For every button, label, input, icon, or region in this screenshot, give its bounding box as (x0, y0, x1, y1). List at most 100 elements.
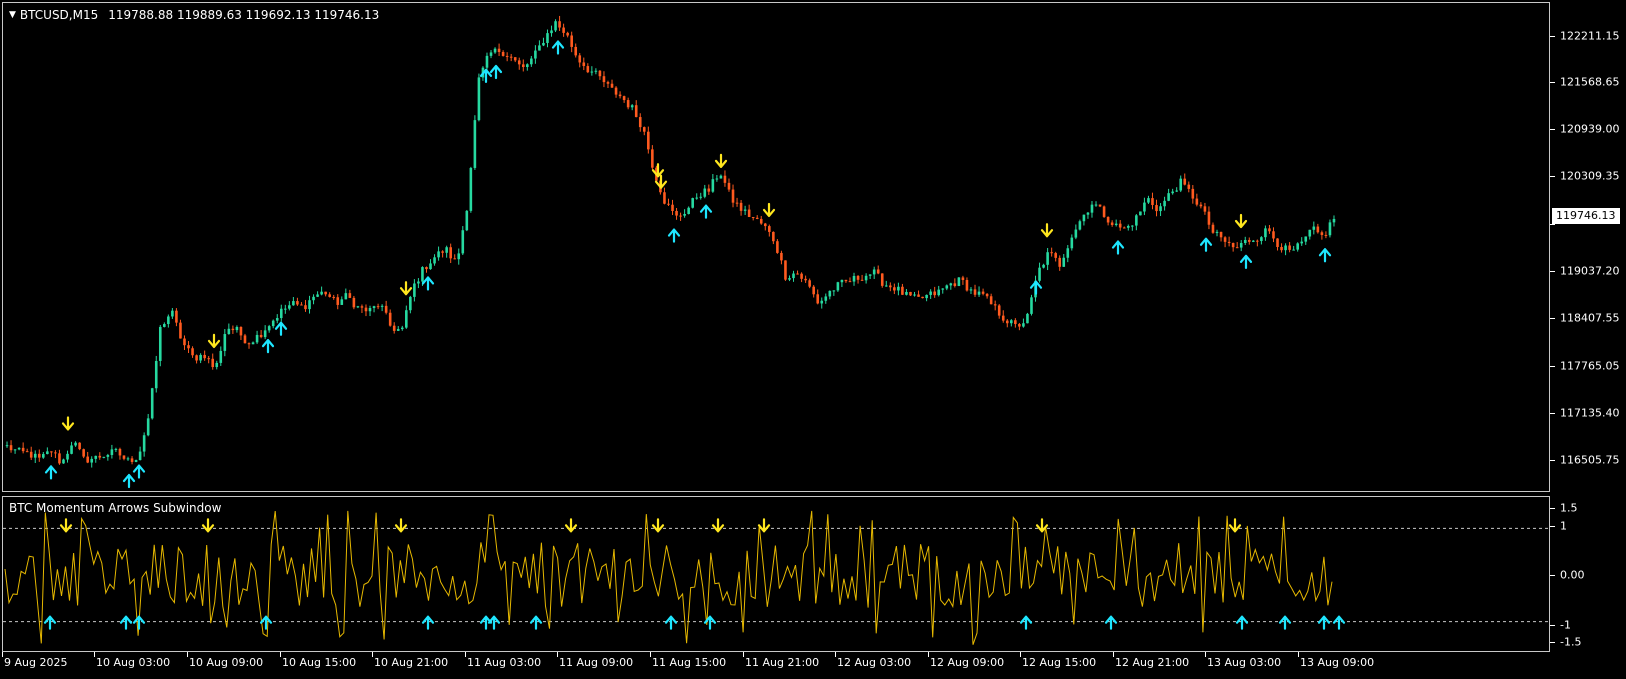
candle-body (1102, 206, 1106, 217)
sell-signal-icon (711, 518, 725, 533)
dropdown-triangle-icon[interactable]: ▼ (9, 10, 16, 20)
candle-body (497, 48, 501, 53)
candle-body (897, 286, 900, 291)
candle-body (1320, 232, 1324, 235)
candle-body (74, 442, 77, 446)
price-tick (1550, 129, 1555, 130)
candle-body (784, 260, 787, 280)
candle-body (227, 328, 231, 335)
candle-body (989, 296, 993, 305)
candle-body (719, 175, 723, 179)
candle-body (977, 291, 981, 295)
candle-body (868, 274, 872, 276)
candle-body (324, 291, 327, 295)
candle-body (1191, 188, 1195, 199)
candle-body (901, 286, 904, 295)
indicator-tick (1550, 508, 1555, 509)
candle-body (667, 203, 670, 205)
candle-body (336, 297, 340, 305)
candle-body (469, 167, 473, 211)
candle-body (207, 358, 210, 360)
candle-body (586, 66, 590, 73)
candle-body (723, 175, 727, 183)
candle-body (848, 281, 852, 283)
candle-body (1155, 205, 1158, 212)
candle-body (574, 46, 578, 56)
buy-arrow-icon (261, 339, 275, 354)
candle-body (1276, 238, 1279, 247)
time-label: 12 Aug 21:00 (1115, 656, 1190, 669)
candle-body (1211, 224, 1215, 233)
candle-body (413, 283, 416, 297)
candle-body (945, 285, 949, 289)
candle-body (50, 451, 53, 453)
sell-arrow-icon (1040, 223, 1054, 238)
candle-body (1328, 222, 1332, 236)
candle-body (812, 286, 815, 295)
candle-body (405, 310, 408, 328)
candle-body (465, 210, 469, 231)
time-tick (743, 652, 744, 657)
price-label: 120309.35 (1560, 169, 1620, 183)
candle-body (755, 217, 759, 219)
candle-body (1022, 323, 1025, 327)
candle-body (743, 209, 747, 211)
current-price-label: 119746.13 (1552, 208, 1620, 224)
candle-body (550, 30, 553, 34)
buy-signal-icon (421, 615, 435, 630)
indicator-subwindow[interactable]: BTC Momentum Arrows Subwindow (2, 496, 1550, 652)
candle-body (566, 32, 569, 36)
ohlc-values: 119788.88 119889.63 119692.13 119746.13 (108, 8, 380, 22)
candle-body (348, 293, 352, 298)
candle-body (1122, 227, 1126, 229)
buy-arrow-icon (132, 464, 146, 479)
candle-body (626, 100, 630, 108)
candle-body (517, 60, 521, 65)
price-label: 117765.05 (1560, 359, 1620, 373)
candle-body (872, 269, 876, 275)
time-tick (2, 652, 3, 657)
candle-body (417, 281, 420, 284)
candle-body (509, 56, 513, 58)
candle-body (905, 291, 908, 295)
candle-body (251, 342, 255, 345)
candle-body (941, 288, 945, 290)
candle-body (457, 253, 461, 260)
price-chart-area[interactable]: ▼ BTCUSD,M15 119788.88 119889.63 119692.… (2, 2, 1550, 492)
candle-body (687, 207, 690, 214)
candle-body (271, 320, 275, 327)
candle-body (138, 451, 142, 461)
price-label: 121568.65 (1560, 75, 1620, 89)
candle-body (800, 273, 803, 279)
time-label: 11 Aug 21:00 (745, 656, 820, 669)
candle-body (473, 120, 477, 168)
price-tick (1550, 366, 1555, 367)
candle-body (562, 27, 565, 33)
candle-body (876, 269, 880, 274)
candle-body (610, 83, 614, 88)
time-label: 13 Aug 09:00 (1300, 656, 1375, 669)
candle-body (356, 306, 360, 308)
candle-body (638, 117, 642, 128)
symbol-name: BTCUSD,M15 (19, 8, 99, 22)
candle-body (606, 82, 610, 84)
candle-body (82, 449, 85, 457)
candle-body (130, 458, 134, 462)
candle-body (530, 58, 533, 65)
candle-body (1215, 231, 1219, 233)
candle-body (751, 216, 755, 218)
candle-body (1070, 237, 1074, 249)
candle-body (1074, 229, 1078, 238)
candle-body (150, 388, 154, 419)
buy-arrow-icon (667, 228, 681, 243)
candle-body (804, 278, 807, 281)
symbol-header[interactable]: ▼ BTCUSD,M15 119788.88 119889.63 119692.… (9, 8, 379, 22)
candle-body (651, 149, 654, 168)
candle-body (94, 455, 98, 459)
candle-body (913, 294, 916, 296)
candle-body (1014, 320, 1017, 325)
buy-signal-icon (119, 615, 133, 630)
candle-body (1296, 243, 1299, 250)
candle-body (154, 360, 158, 389)
candle-body (703, 188, 707, 197)
